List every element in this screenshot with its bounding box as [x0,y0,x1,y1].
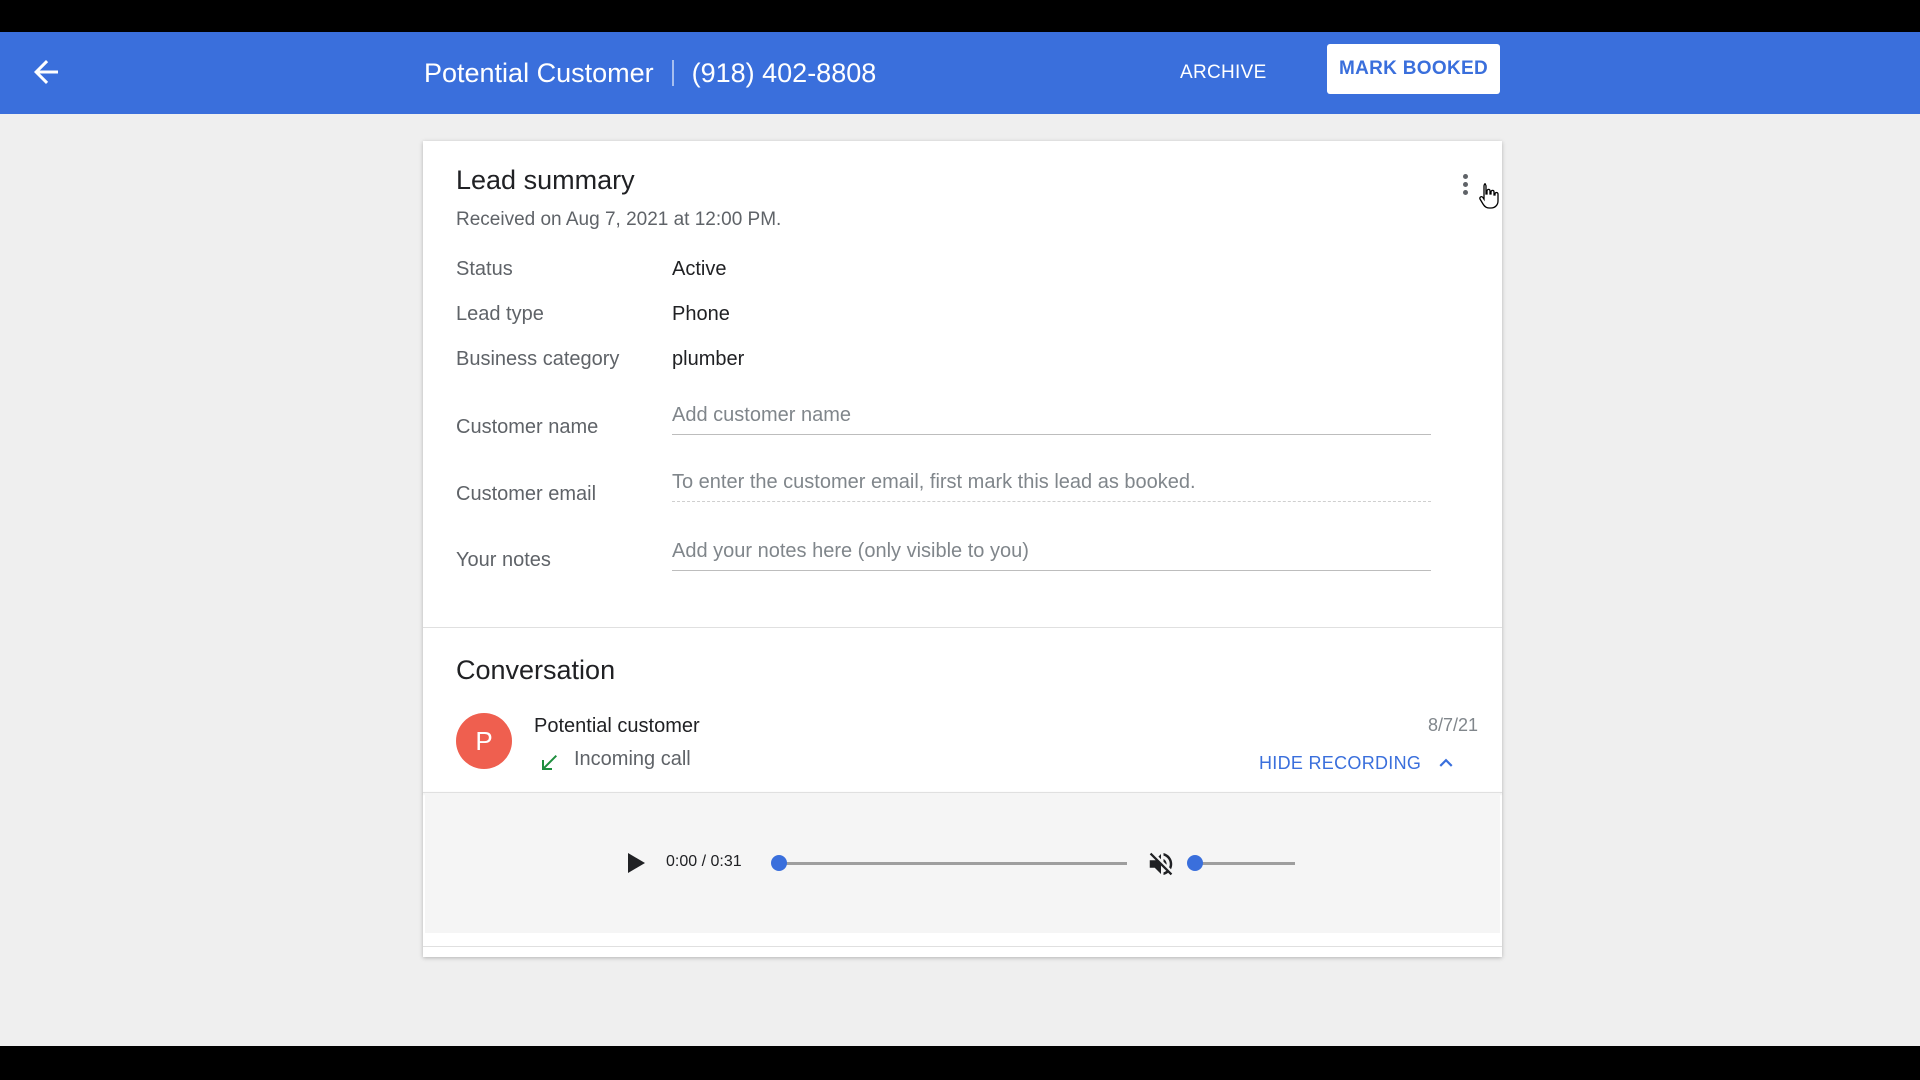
call-date: 8/7/21 [1427,715,1478,735]
volume-slider[interactable] [1187,855,1295,871]
progress-slider[interactable] [771,855,1127,871]
main-content: Lead summary Received on Aug 7, 2021 at … [0,114,1920,1046]
business-category-label: Business category [456,348,620,370]
lead-card: Lead summary Received on Aug 7, 2021 at … [423,141,1502,957]
status-label: Status [456,258,513,280]
more-vert-icon [1462,174,1468,179]
audio-player: 0:00 / 0:31 [425,793,1500,933]
chevron-up-icon [1439,758,1453,767]
lead-type-value: Phone [672,303,730,325]
notes-input[interactable] [672,532,1431,571]
business-category-value: plumber [672,348,745,370]
archive-button[interactable]: ARCHIVE [1170,52,1277,94]
card-bottom-rule [423,946,1502,947]
play-icon[interactable] [625,851,647,875]
customer-name-label: Customer name [456,416,599,438]
call-received-icon [542,755,557,770]
app-header: Potential Customer (918) 402-8808 ARCHIV… [0,32,1920,114]
header-title-group: Potential Customer (918) 402-8808 [424,32,876,114]
status-value: Active [672,258,727,280]
call-type: Incoming call [574,748,691,770]
volume-thumb[interactable] [1187,855,1203,871]
customer-email-input [672,463,1431,502]
conversation-heading: Conversation [456,655,616,685]
mouse-cursor-icon [1479,183,1499,209]
customer-name-input[interactable] [672,396,1431,435]
hide-recording-label: HIDE RECORDING [1259,752,1422,773]
progress-thumb[interactable] [771,855,787,871]
playback-time: 0:00 / 0:31 [666,853,742,870]
your-notes-label: Your notes [456,549,551,571]
caller-name: Potential customer [534,715,700,737]
lead-summary-heading: Lead summary [456,165,635,195]
hide-recording-button[interactable]: HIDE RECORDING [1259,750,1459,776]
mark-booked-button[interactable]: MARK BOOKED [1327,44,1500,94]
section-divider [423,627,1502,628]
header-title: Potential Customer [424,57,654,88]
avatar: P [456,713,512,769]
title-separator [671,60,674,86]
more-options-button[interactable] [1453,171,1477,203]
volume-off-icon[interactable] [1145,849,1177,879]
arrow-back-icon [34,60,58,84]
header-phone: (918) 402-8808 [691,57,877,88]
received-date: Received on Aug 7, 2021 at 12:00 PM. [456,209,782,230]
customer-email-label: Customer email [456,483,597,505]
lead-type-label: Lead type [456,303,544,325]
back-button[interactable] [28,54,64,90]
